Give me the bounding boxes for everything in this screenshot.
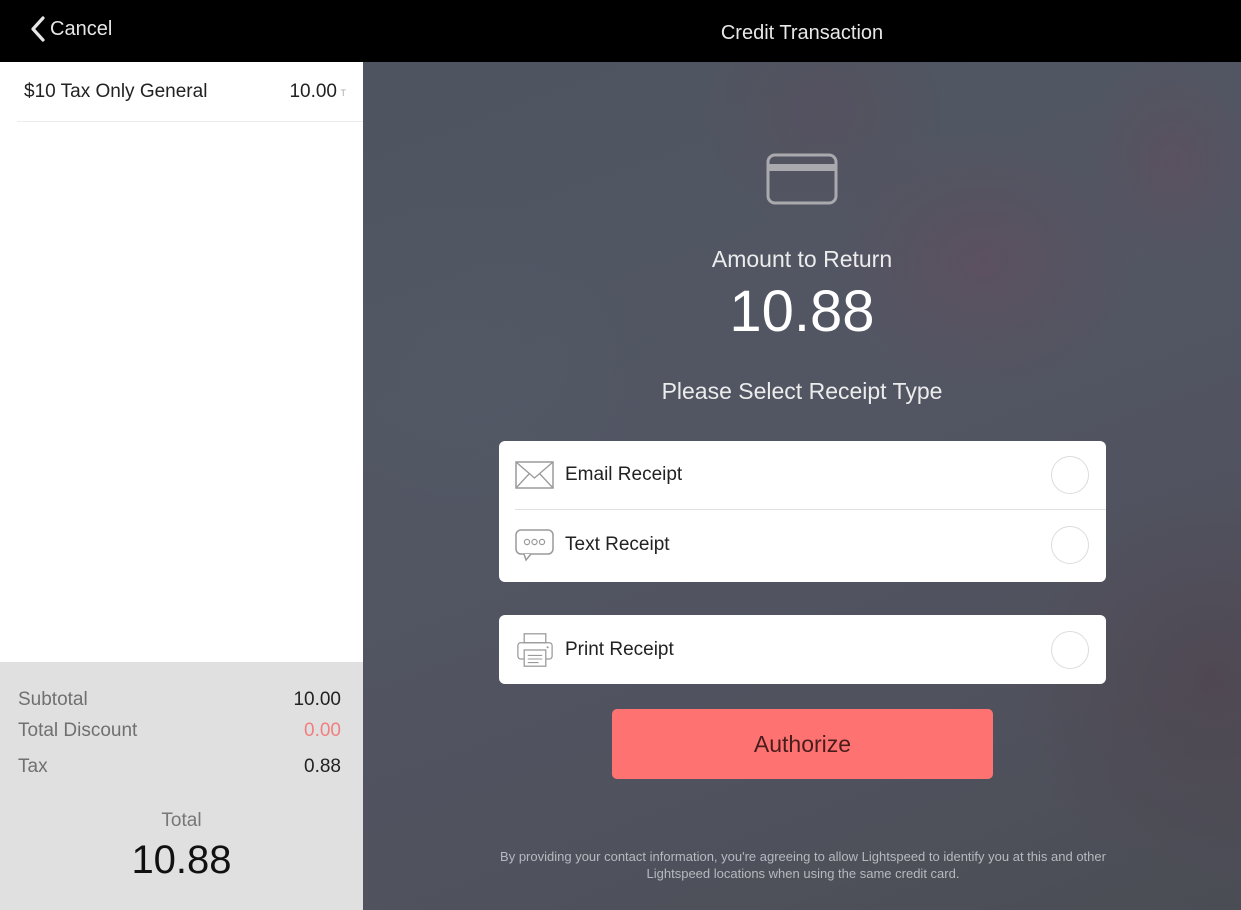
credit-card-icon (766, 153, 838, 205)
envelope-icon (515, 461, 554, 489)
digital-receipt-options: Email Receipt Text Receipt (499, 441, 1106, 582)
item-price: 10.00 (289, 80, 337, 102)
total-label: Total (161, 810, 202, 831)
tax-label: Tax (18, 756, 48, 777)
discount-value: 0.00 (304, 720, 341, 741)
print-receipt-option[interactable]: Print Receipt (499, 615, 1106, 684)
text-receipt-radio[interactable] (1051, 525, 1089, 564)
discount-label: Total Discount (18, 720, 138, 741)
amount-label: Amount to Return (711, 246, 893, 272)
email-receipt-radio[interactable] (1051, 456, 1089, 494)
printer-icon (517, 632, 553, 667)
tax-value: 0.88 (304, 756, 341, 777)
print-receipt-label: Print Receipt (565, 638, 674, 660)
authorize-button[interactable]: Authorize (612, 709, 993, 779)
chevron-left-icon (31, 16, 45, 42)
cart-line-item[interactable]: $10 Tax Only General 10.00 T (17, 62, 363, 122)
subtotal-label: Subtotal (18, 689, 88, 710)
email-receipt-option[interactable]: Email Receipt (515, 441, 1106, 510)
cancel-button[interactable]: Cancel (30, 16, 112, 42)
top-bar: Cancel Credit Transaction (0, 0, 1241, 62)
text-receipt-option[interactable]: Text Receipt (499, 510, 1106, 579)
subtotal-value: 10.00 (293, 689, 341, 710)
chat-bubble-icon (515, 528, 554, 562)
cancel-label: Cancel (50, 17, 113, 40)
text-receipt-label: Text Receipt (565, 533, 670, 555)
email-receipt-label: Email Receipt (565, 464, 683, 485)
cart-panel: $10 Tax Only General 10.00 T Subtotal 10… (0, 62, 363, 910)
total-value: 10.88 (131, 838, 232, 882)
receipt-prompt: Please Select Receipt Type (661, 378, 943, 404)
page-title: Credit Transaction (720, 22, 884, 44)
print-receipt-radio[interactable] (1051, 630, 1089, 669)
tax-flag: T (340, 88, 347, 98)
item-name: $10 Tax Only General (24, 80, 208, 102)
print-receipt-group: Print Receipt (499, 615, 1106, 684)
totals-panel: Subtotal 10.00 Total Discount 0.00 Tax 0… (0, 662, 363, 910)
amount-value: 10.88 (729, 279, 875, 344)
disclaimer-text: By providing your contact information, y… (500, 849, 1106, 881)
payment-panel: Amount to Return 10.88 Please Select Rec… (363, 62, 1241, 910)
